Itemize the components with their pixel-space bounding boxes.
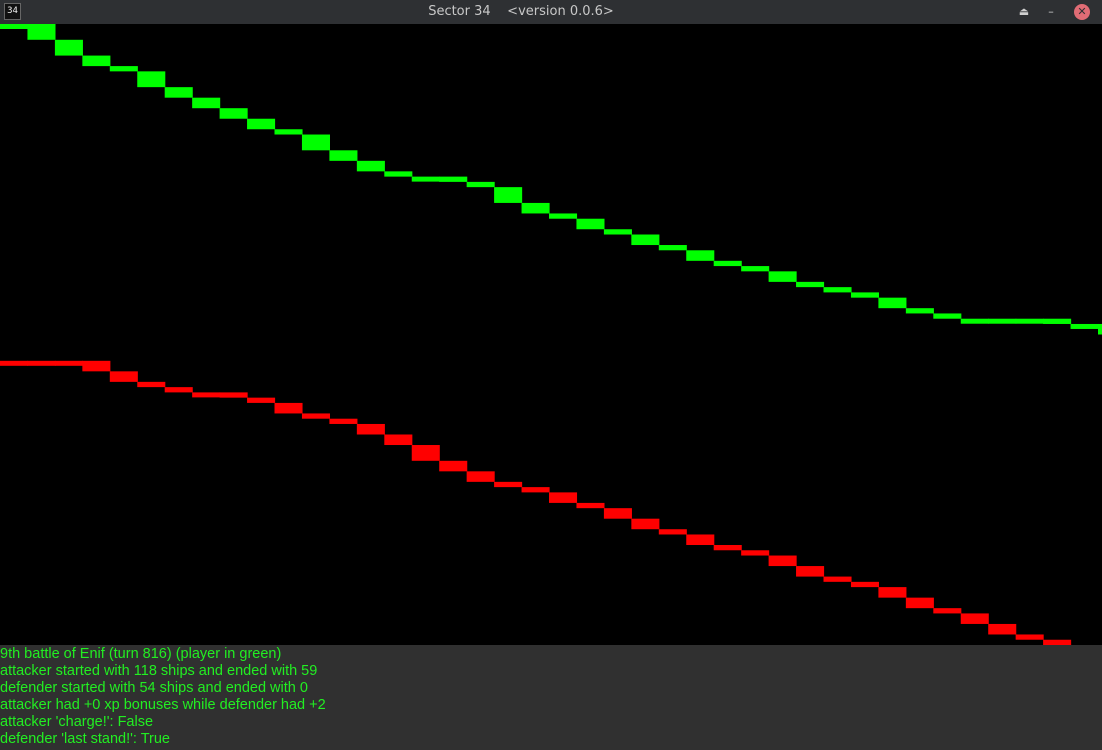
attacker-step-33 [905,308,934,314]
defender-step-25 [686,534,715,546]
defender-step-10 [274,402,303,414]
attacker-step-18 [494,187,523,203]
attacker-step-7 [192,97,221,109]
close-icon[interactable]: ✕ [1074,4,1090,20]
defender-step-24 [658,529,687,535]
defender-step-32 [878,587,907,598]
attacker-step-31 [850,292,879,298]
attacker-step-38 [1043,318,1072,324]
defender-step-26 [713,545,742,551]
attacker-step-15 [411,176,440,182]
defender-step-21 [576,502,605,509]
log-line-xp-bonuses: attacker had +0 xp bonuses while defende… [0,697,326,713]
attacker-step-21 [576,218,605,230]
attacker-step-11 [301,134,330,151]
attacker-step-10 [274,129,303,135]
defender-step-12 [329,418,358,424]
defender-step-29 [796,566,825,577]
window-title: Sector 34 <version 0.0.6> [428,4,614,19]
attacker-step-26 [713,260,742,267]
log-line-defender-last-stand: defender 'last stand!': True [0,731,170,747]
attacker-step-20 [549,213,578,219]
defender-step-14 [384,434,413,446]
attacker-step-3 [82,55,111,67]
defender-step-31 [850,581,879,588]
defender-step-33 [905,597,934,609]
attacker-step-17 [466,181,495,188]
defender-step-8 [219,392,248,398]
defender-step-0 [0,360,29,366]
defender-step-20 [549,492,578,503]
attacker-step-35 [960,318,989,324]
defender-step-16 [439,460,468,472]
defender-step-35 [960,613,989,624]
defender-step-27 [741,550,770,556]
defender-step-3 [82,360,111,372]
minimize-icon[interactable]: – [1043,4,1059,20]
attacker-step-30 [823,287,852,293]
attacker-step-6 [164,87,193,98]
defender-step-2 [54,360,83,366]
eject-icon[interactable]: ⏏ [1016,4,1032,20]
attacker-step-36 [988,318,1017,324]
attacker-step-39 [1070,323,1099,329]
defender-step-11 [301,413,330,419]
attacker-step-27 [741,266,770,272]
log-line-attacker-charge: attacker 'charge!': False [0,714,154,730]
defender-step-19 [521,487,550,493]
defender-step-4 [109,371,138,382]
defender-step-18 [494,481,523,488]
attacker-step-8 [219,108,248,119]
attacker-step-13 [356,160,385,172]
attacker-step-37 [1015,318,1044,324]
defender-step-9 [247,397,276,403]
defender-step-23 [631,518,660,530]
battle-chart [0,24,1102,645]
attacker-step-24 [658,245,687,251]
log-line-attacker-ships: attacker started with 118 ships and ende… [0,663,318,679]
defender-step-28 [768,555,797,567]
defender-step-15 [411,445,440,461]
defender-step-6 [164,387,193,393]
attacker-step-12 [329,150,358,161]
attacker-step-19 [521,202,550,214]
defender-step-22 [603,508,632,519]
attacker-step-23 [631,234,660,246]
game-window: 34 Sector 34 <version 0.0.6> ⏏ – ✕ 9th b… [0,0,1102,750]
log-line-battle: 9th battle of Enif (turn 816) (player in… [0,646,282,662]
attacker-step-14 [384,171,413,177]
attacker-step-16 [439,176,468,182]
attacker-step-5 [137,71,166,88]
defender-step-5 [137,381,166,388]
attacker-step-25 [686,250,715,261]
defender-step-30 [823,576,852,582]
attacker-step-34 [933,313,962,319]
attacker-step-29 [796,281,825,288]
attacker-step-1 [27,24,56,40]
defender-step-17 [466,471,495,482]
attacker-step-0 [0,24,29,29]
defender-step-13 [356,423,385,435]
defender-step-34 [933,608,962,614]
defender-step-7 [192,392,221,398]
battle-log: 9th battle of Enif (turn 816) (player in… [0,645,1102,750]
attacker-step-28 [768,271,797,282]
attacker-step-22 [603,229,632,235]
attacker-step-9 [247,118,276,130]
log-line-defender-ships: defender started with 54 ships and ended… [0,680,308,696]
attacker-step-32 [878,297,907,309]
attacker-step-40 [1098,323,1102,335]
battle-chart-svg [0,24,1102,645]
attacker-step-4 [109,66,138,72]
defender-step-36 [988,623,1017,635]
attacker-step-2 [54,39,83,56]
defender-step-37 [1015,634,1044,640]
title-bar[interactable]: 34 Sector 34 <version 0.0.6> ⏏ – ✕ [0,0,1102,24]
defender-step-1 [27,360,56,366]
